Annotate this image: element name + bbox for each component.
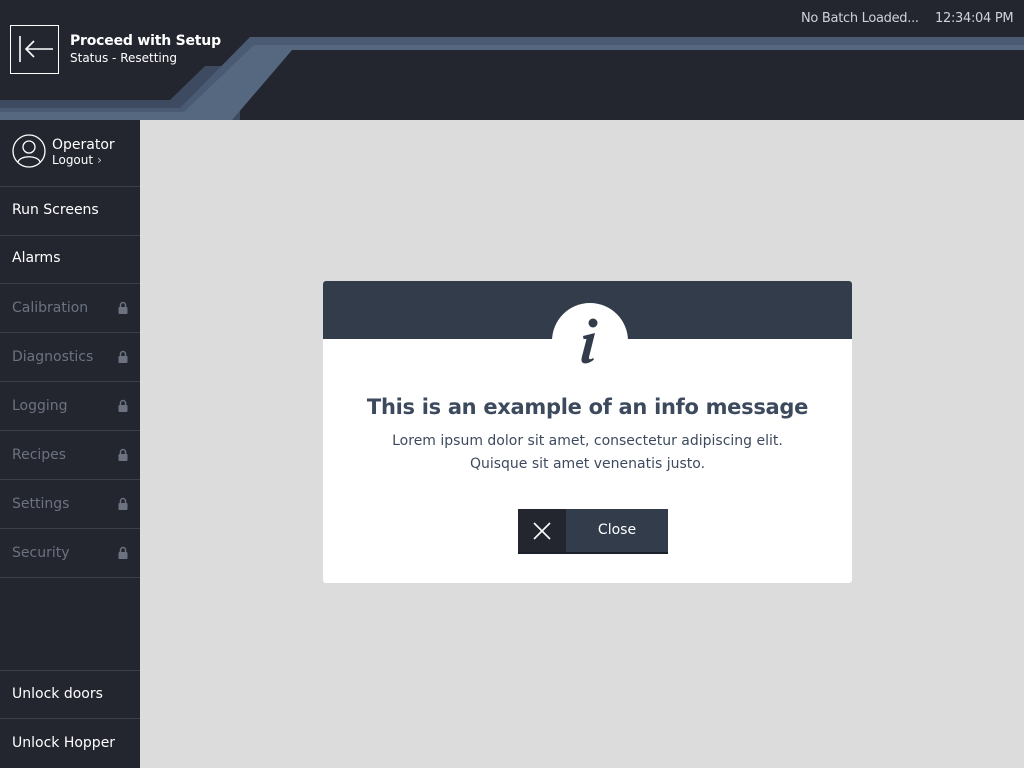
dialog-message: Lorem ipsum dolor sit amet, consectetur … bbox=[343, 430, 832, 476]
sidebar-item-label: Alarms bbox=[12, 250, 61, 266]
status-text: Status - Resetting bbox=[70, 51, 177, 65]
user-avatar-icon bbox=[12, 134, 46, 168]
back-button[interactable] bbox=[10, 25, 59, 74]
sidebar-item-run-screens[interactable]: Run Screens bbox=[0, 186, 140, 236]
close-button[interactable]: Close bbox=[518, 509, 668, 554]
top-header: Proceed with Setup Status - Resetting No… bbox=[0, 0, 1024, 120]
unlock-hopper-label: Unlock Hopper bbox=[12, 735, 116, 751]
lock-icon bbox=[118, 301, 128, 314]
dialog-message-line1: Lorem ipsum dolor sit amet, consectetur … bbox=[392, 433, 783, 449]
arrow-left-icon bbox=[19, 36, 53, 62]
user-name: Operator bbox=[52, 137, 115, 153]
dialog-message-line2: Quisque sit amet venenatis justo. bbox=[469, 456, 706, 472]
sidebar-item-label: Security bbox=[12, 545, 70, 561]
sidebar-item-recipes[interactable]: Recipes bbox=[0, 431, 140, 480]
sidebar-item-diagnostics[interactable]: Diagnostics bbox=[0, 333, 140, 382]
sidebar-item-security[interactable]: Security bbox=[0, 529, 140, 578]
logout-label: Logout bbox=[52, 153, 94, 167]
page-title: Proceed with Setup bbox=[70, 33, 221, 49]
lock-icon bbox=[118, 399, 128, 412]
sidebar-item-label: Settings bbox=[12, 496, 70, 512]
close-icon-box bbox=[518, 509, 566, 552]
lock-icon bbox=[118, 497, 128, 510]
info-dialog: This is an example of an info message Lo… bbox=[323, 281, 852, 583]
info-icon bbox=[581, 318, 598, 364]
dialog-title: This is an example of an info message bbox=[366, 395, 809, 419]
close-button-label: Close bbox=[597, 522, 637, 538]
clock-time: 12:34:04 PM bbox=[935, 11, 1014, 26]
sidebar-item-alarms[interactable]: Alarms bbox=[0, 236, 140, 284]
sidebar-item-label: Diagnostics bbox=[12, 349, 94, 365]
user-panel: Operator Logout › bbox=[0, 120, 140, 187]
sidebar-item-calibration[interactable]: Calibration bbox=[0, 284, 140, 333]
batch-status: No Batch Loaded... bbox=[801, 11, 919, 26]
info-icon-badge bbox=[552, 303, 628, 379]
sidebar-item-label: Calibration bbox=[12, 300, 89, 316]
unlock-doors-label: Unlock doors bbox=[12, 686, 103, 702]
sidebar: Operator Logout › Run Screens Alarms Cali… bbox=[0, 120, 140, 768]
logout-link[interactable]: Logout › bbox=[52, 153, 102, 167]
lock-icon bbox=[118, 546, 128, 559]
close-icon bbox=[533, 522, 551, 540]
sidebar-item-label: Recipes bbox=[12, 447, 67, 463]
lock-icon bbox=[118, 448, 128, 461]
sidebar-item-label: Logging bbox=[12, 398, 68, 414]
unlock-doors-button[interactable]: Unlock doors bbox=[0, 670, 140, 719]
sidebar-item-settings[interactable]: Settings bbox=[0, 480, 140, 529]
sidebar-item-label: Run Screens bbox=[12, 202, 99, 218]
header-title-block: Proceed with Setup Status - Resetting bbox=[70, 33, 221, 65]
unlock-hopper-button[interactable]: Unlock Hopper bbox=[0, 719, 140, 768]
lock-icon bbox=[118, 350, 128, 363]
chevron-right-icon: › bbox=[97, 153, 102, 167]
sidebar-item-logging[interactable]: Logging bbox=[0, 382, 140, 431]
